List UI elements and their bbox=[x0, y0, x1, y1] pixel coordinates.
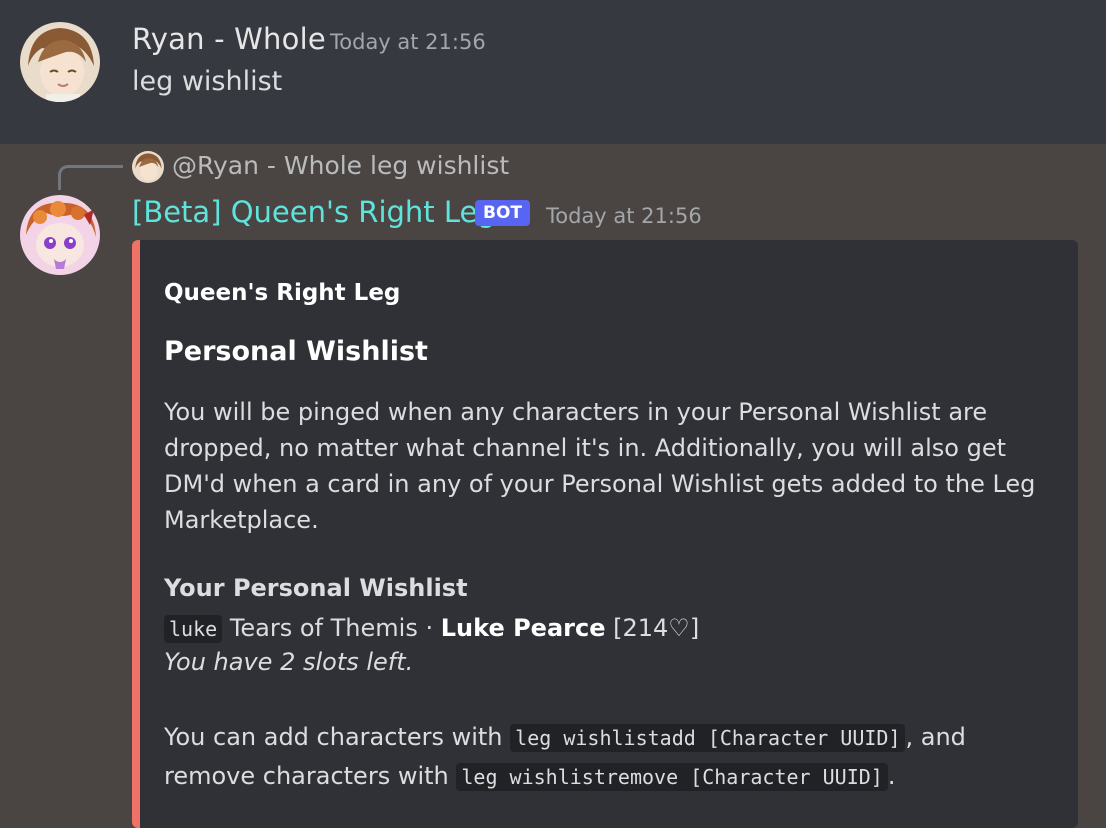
bot-avatar[interactable] bbox=[20, 195, 100, 275]
bot-badge: BOT bbox=[475, 200, 531, 226]
wishlist-separator: · bbox=[425, 614, 434, 642]
bot-username[interactable]: [Beta] Queen's Right Leg bbox=[132, 195, 496, 229]
wishlist-series: Tears of Themis bbox=[229, 614, 418, 642]
embed-title: Personal Wishlist bbox=[164, 336, 428, 367]
embed-author: Queen's Right Leg bbox=[164, 280, 401, 306]
footer-text-1: You can add characters with bbox=[164, 723, 503, 751]
wishlist-code: luke bbox=[164, 615, 223, 643]
timestamp: Today at 21:56 bbox=[330, 30, 486, 54]
wishlist-entry: luke Tears of Themis · Luke Pearce [214♡… bbox=[164, 610, 699, 647]
reply-avatar[interactable] bbox=[132, 151, 164, 183]
message-content: leg wishlist bbox=[132, 66, 283, 97]
footer-text-3: . bbox=[887, 762, 896, 790]
slots-left: You have 2 slots left. bbox=[164, 648, 414, 676]
footer-code-remove: leg wishlistremove [Character UUID] bbox=[456, 763, 888, 791]
embed-field-name: Your Personal Wishlist bbox=[164, 574, 468, 602]
username[interactable]: Ryan - Whole bbox=[132, 22, 326, 56]
embed-description: You will be pinged when any characters i… bbox=[164, 398, 1036, 534]
embed-card: Queen's Right Leg Personal Wishlist You … bbox=[132, 240, 1078, 828]
reply-connector bbox=[58, 165, 123, 190]
timestamp: Today at 21:56 bbox=[546, 204, 702, 228]
embed-footer-text: You can add characters with leg wishlist… bbox=[164, 718, 1064, 796]
reply-content: leg wishlist bbox=[370, 151, 510, 180]
message-ryan: Ryan - Whole Today at 21:56 leg wishlist bbox=[0, 0, 1106, 144]
reply-preview[interactable]: @Ryan - Whole leg wishlist bbox=[172, 151, 509, 180]
user-avatar[interactable] bbox=[20, 22, 100, 102]
wishlist-character: Luke Pearce bbox=[440, 614, 606, 642]
footer-code-add: leg wishlistadd [Character UUID] bbox=[510, 724, 906, 752]
wishlist-hearts: [214♡] bbox=[613, 614, 700, 642]
reply-mention[interactable]: @Ryan - Whole bbox=[172, 151, 362, 180]
